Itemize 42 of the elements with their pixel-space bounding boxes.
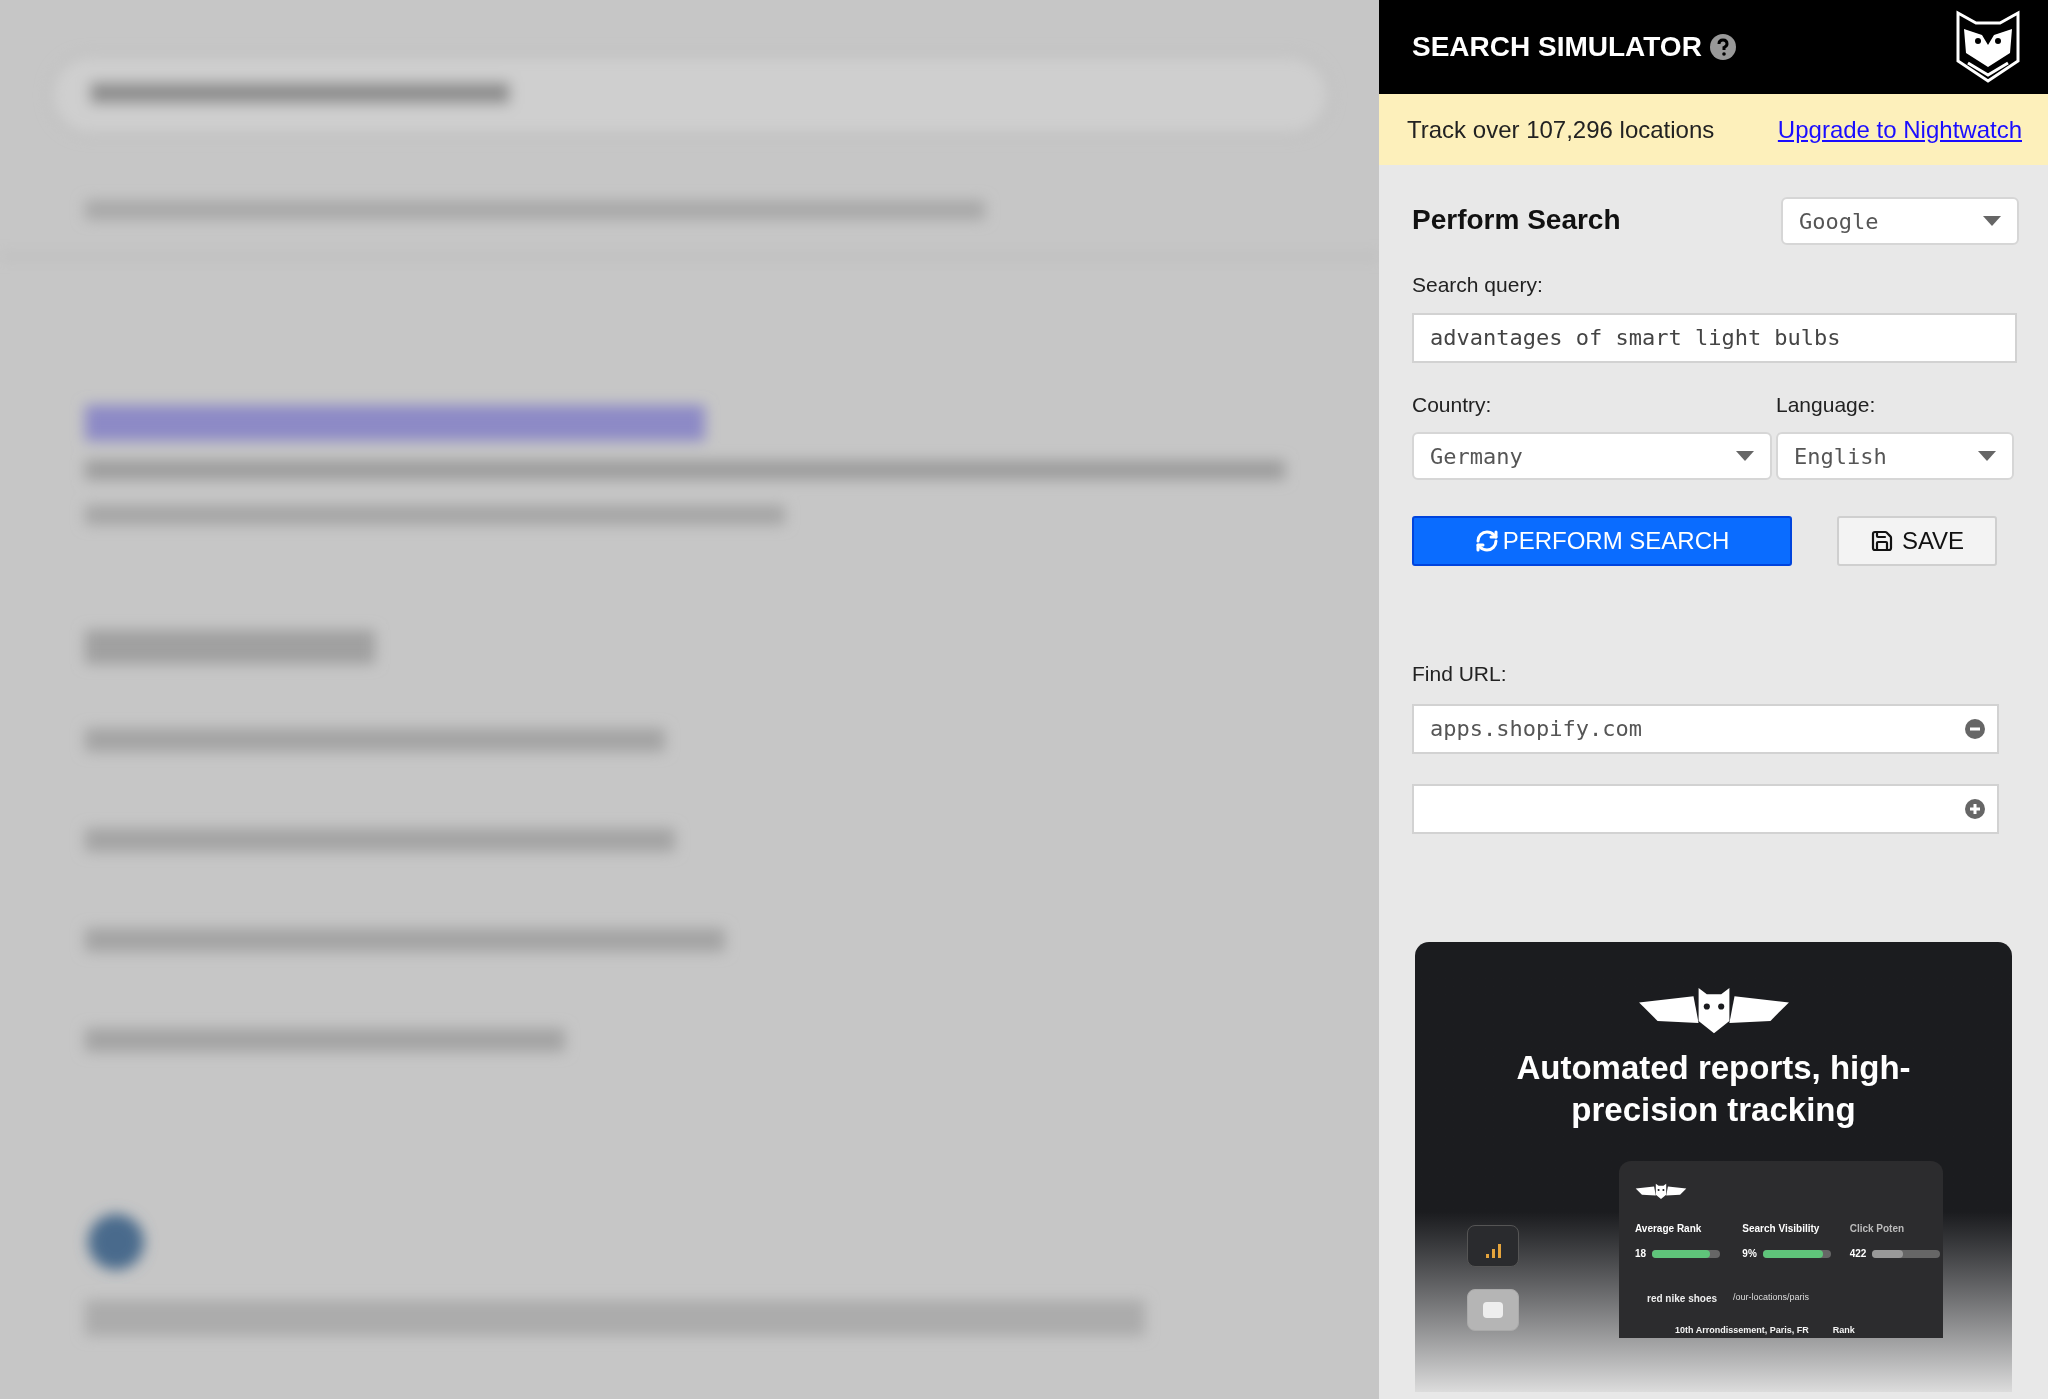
save-icon (1869, 529, 1894, 553)
metric-bar (1762, 1249, 1831, 1258)
caret-icon (1736, 451, 1754, 461)
metric-label: Average Rank (1635, 1222, 1703, 1237)
winged-owl-icon (1635, 1182, 1687, 1200)
engine-select[interactable]: Google (1781, 197, 2019, 245)
save-button[interactable]: SAVE (1837, 516, 1997, 566)
help-icon[interactable] (1709, 34, 1736, 60)
caret-icon (1983, 216, 2001, 226)
owl-logo-icon (1954, 9, 2022, 85)
plus-circle-icon[interactable] (1965, 798, 1985, 819)
metric-value: 9% (1742, 1247, 1757, 1262)
metric-value: 422 (1849, 1247, 1867, 1262)
caret-icon (1978, 451, 1996, 461)
calendar-tile-icon (1467, 1288, 1519, 1331)
chart-tile-icon (1467, 1224, 1519, 1267)
refresh-icon (1474, 529, 1499, 553)
metric-value: 18 (1635, 1247, 1647, 1262)
perform-search-button[interactable]: PERFORM SEARCH (1412, 516, 1792, 566)
metric-bar (1872, 1249, 1941, 1258)
upgrade-link[interactable]: Upgrade to Nightwatch (1777, 111, 2022, 148)
section-heading: Perform Search (1412, 203, 1621, 237)
banner-text: Track over 107,296 locations (1407, 114, 1715, 145)
minus-circle-icon[interactable] (1965, 718, 1985, 739)
field-label: Language: (1776, 391, 1877, 418)
location-text: 10th Arrondissement, Paris, FR (1675, 1324, 1809, 1338)
promo-headline: Automated reports, high-precision tracking (1515, 1047, 1912, 1130)
country-select[interactable]: Germany (1412, 432, 1772, 480)
url-field[interactable] (1412, 783, 1999, 834)
path-text: /our-locations/paris (1733, 1291, 1810, 1305)
metric-label: Click Poten (1849, 1222, 1906, 1237)
keyword-text: red nike shoes (1647, 1292, 1718, 1307)
metric-bar (1652, 1249, 1721, 1258)
field-label: Country: (1412, 391, 1493, 418)
rank-label: Rank (1832, 1324, 1855, 1338)
field-label: Find URL: (1412, 661, 1508, 687)
field-label: Search query: (1412, 272, 1544, 298)
url-field[interactable]: apps.shopify.com (1412, 703, 1999, 754)
language-select[interactable]: English (1776, 432, 2014, 480)
metric-label: Search Visibility (1742, 1222, 1821, 1237)
panel-title: SEARCH SIMULATOR (1412, 30, 1702, 64)
search-query-field[interactable]: advantages of smart light bulbs (1412, 312, 2017, 363)
